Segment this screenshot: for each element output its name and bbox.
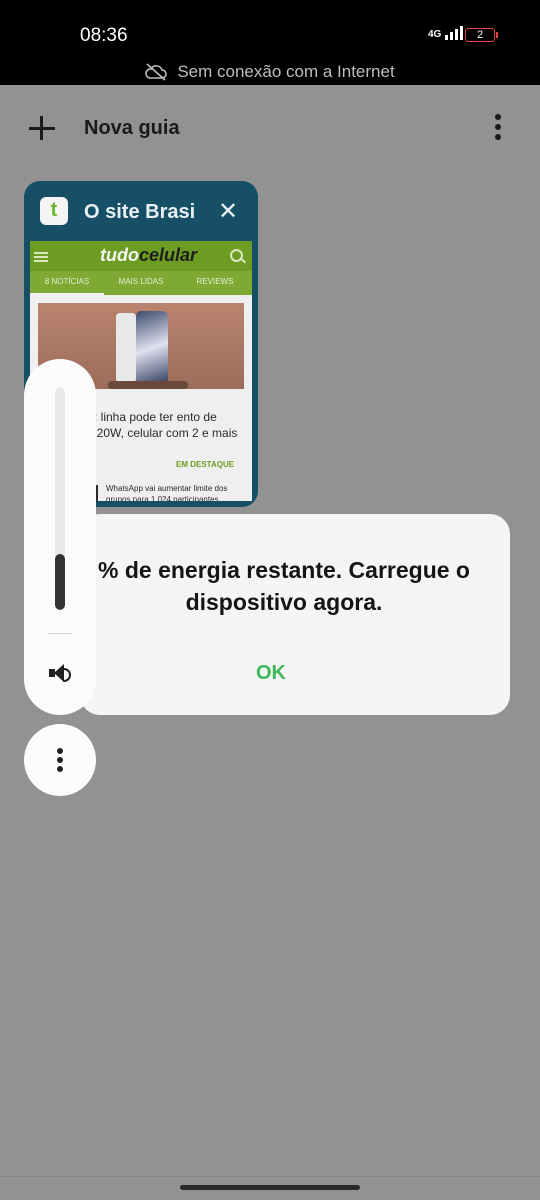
site-logo: tudocelular [100, 245, 198, 265]
site-tabs: 8 NOTÍCIAS MAIS LIDAS REVIEWS [30, 271, 252, 295]
divider [47, 633, 73, 634]
site-tab: REVIEWS [196, 277, 234, 286]
second-headline: WhatsApp vai aumentar limite dos grupos … [106, 484, 228, 501]
close-tab-icon[interactable]: ✕ [218, 200, 238, 224]
offline-text: Sem conexão com a Internet [177, 61, 395, 81]
site-header: tudocelular [30, 241, 252, 271]
site-tab: MAIS LIDAS [118, 277, 164, 286]
signal-icon: 4G [428, 26, 464, 40]
article-headline: ): linha pode ter ento de 120W, celular … [90, 410, 238, 440]
status-time: 08:36 [80, 25, 128, 46]
site-tab: 8 NOTÍCIAS [30, 271, 104, 295]
new-tab-label[interactable]: Nova guia [84, 117, 180, 140]
volume-panel [24, 359, 96, 715]
search-icon [230, 249, 243, 262]
article-tag: EM DESTAQUE [176, 460, 235, 469]
dialog-message: % de energia restante. Carregue o dispos… [98, 557, 470, 615]
divider [0, 1176, 540, 1177]
ok-button[interactable]: OK [256, 662, 286, 685]
battery-icon: 2 [465, 28, 498, 42]
home-indicator[interactable] [180, 1185, 360, 1190]
offline-banner: Sem conexão com a Internet [0, 58, 540, 85]
status-bar: 08:36 4G 2 [0, 0, 540, 58]
tab-title: O site Brasi [84, 201, 196, 223]
low-battery-dialog: % de energia restante. Carregue o dispos… [80, 514, 510, 715]
speaker-icon[interactable] [48, 662, 72, 684]
favicon-icon: t [40, 197, 68, 225]
volume-slider[interactable] [55, 387, 65, 610]
more-menu-icon[interactable] [494, 114, 502, 142]
volume-level [55, 554, 65, 610]
hamburger-icon [34, 252, 48, 264]
network-type: 4G [428, 29, 442, 40]
more-dots-icon [57, 748, 63, 775]
cloud-off-icon [145, 62, 168, 81]
volume-more-button[interactable] [24, 724, 96, 796]
new-tab-plus-icon[interactable] [29, 116, 55, 140]
